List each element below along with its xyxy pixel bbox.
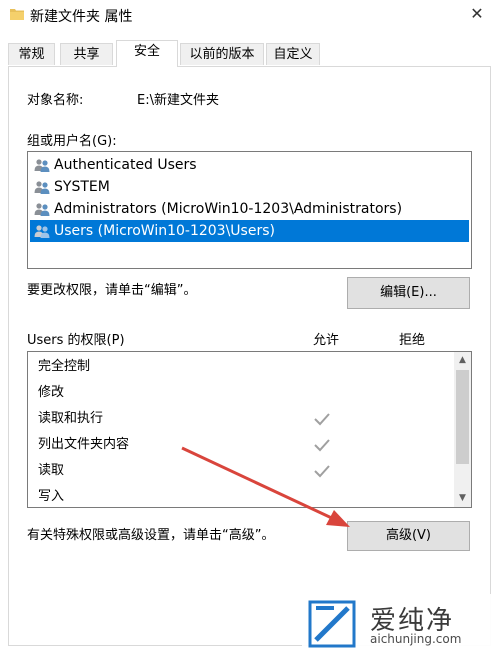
permission-name: 完全控制 — [38, 359, 91, 374]
edit-button[interactable]: 编辑(E)... — [347, 277, 470, 309]
user-group-icon — [34, 159, 50, 172]
close-icon: ✕ — [470, 4, 484, 23]
user-name: Authenticated Users — [54, 157, 197, 173]
close-button[interactable]: ✕ — [454, 0, 500, 30]
user-name: Users (MicroWin10-1203\Users) — [54, 223, 275, 239]
user-group-icon — [34, 203, 50, 216]
allow-column-header: 允许 — [313, 333, 340, 348]
permission-row: 读取 — [38, 458, 64, 484]
folder-icon — [10, 9, 24, 20]
advanced-hint: 有关特殊权限或高级设置，请单击“高级”。 — [27, 528, 275, 543]
permission-row: 修改 — [38, 380, 64, 406]
list-item[interactable]: Authenticated Users — [30, 154, 197, 176]
permission-name: 列出文件夹内容 — [38, 437, 130, 452]
permission-name: 读取和执行 — [38, 411, 104, 426]
tab-customize[interactable]: 自定义 — [266, 43, 320, 65]
title-bar: 新建文件夹 属性 ✕ — [0, 0, 500, 30]
permissions-scrollbar[interactable]: ▲ ▼ — [454, 352, 471, 507]
permission-row: 完全控制 — [38, 354, 90, 380]
permissions-label: Users 的权限(P) — [27, 333, 125, 348]
permission-row: 读取和执行 — [38, 406, 103, 432]
permission-name: 写入 — [38, 489, 65, 504]
user-name: SYSTEM — [54, 179, 110, 195]
object-name-label: 对象名称: — [27, 93, 84, 108]
user-group-icon — [34, 225, 50, 238]
scroll-up-icon[interactable]: ▲ — [454, 352, 471, 369]
scroll-down-icon[interactable]: ▼ — [454, 490, 471, 507]
permission-row: 列出文件夹内容 — [38, 432, 129, 458]
permission-name: 修改 — [38, 385, 65, 400]
watermark: 爱纯净 aichunjing.com — [302, 594, 498, 652]
permission-name: 读取 — [38, 463, 65, 478]
security-panel: 对象名称: E:\新建文件夹 组或用户名(G): Authenticated U… — [8, 66, 491, 646]
user-name: Administrators (MicroWin10-1203\Administ… — [54, 201, 403, 217]
allow-check-icon — [314, 413, 330, 426]
list-item[interactable]: Administrators (MicroWin10-1203\Administ… — [30, 198, 402, 220]
tab-sharing[interactable]: 共享 — [60, 43, 113, 65]
advanced-button[interactable]: 高级(V) — [347, 521, 470, 551]
user-group-icon — [34, 181, 50, 194]
watermark-url: aichunjing.com — [370, 632, 462, 646]
window-title: 新建文件夹 属性 — [30, 9, 133, 25]
scroll-thumb[interactable] — [456, 370, 469, 464]
allow-check-icon — [314, 465, 330, 478]
tab-general[interactable]: 常规 — [8, 43, 55, 65]
aichunjing-logo-icon — [308, 600, 356, 648]
tab-security[interactable]: 安全 — [116, 40, 178, 67]
deny-column-header: 拒绝 — [399, 333, 426, 348]
edit-hint: 要更改权限，请单击“编辑”。 — [27, 283, 197, 298]
object-name-value: E:\新建文件夹 — [137, 93, 219, 108]
tab-previous-versions[interactable]: 以前的版本 — [180, 43, 264, 65]
permission-row: 写入 — [38, 484, 65, 507]
group-user-list[interactable]: Authenticated Users SYSTEM Administrator… — [27, 151, 472, 269]
groups-label: 组或用户名(G): — [27, 134, 117, 149]
list-item-selected[interactable]: Users (MicroWin10-1203\Users) — [30, 220, 469, 242]
permissions-list[interactable]: 完全控制 修改 读取和执行 列出文件夹内容 读取 写入 ▲ ▼ — [27, 351, 472, 508]
allow-check-icon — [314, 439, 330, 452]
list-item[interactable]: SYSTEM — [30, 176, 110, 198]
